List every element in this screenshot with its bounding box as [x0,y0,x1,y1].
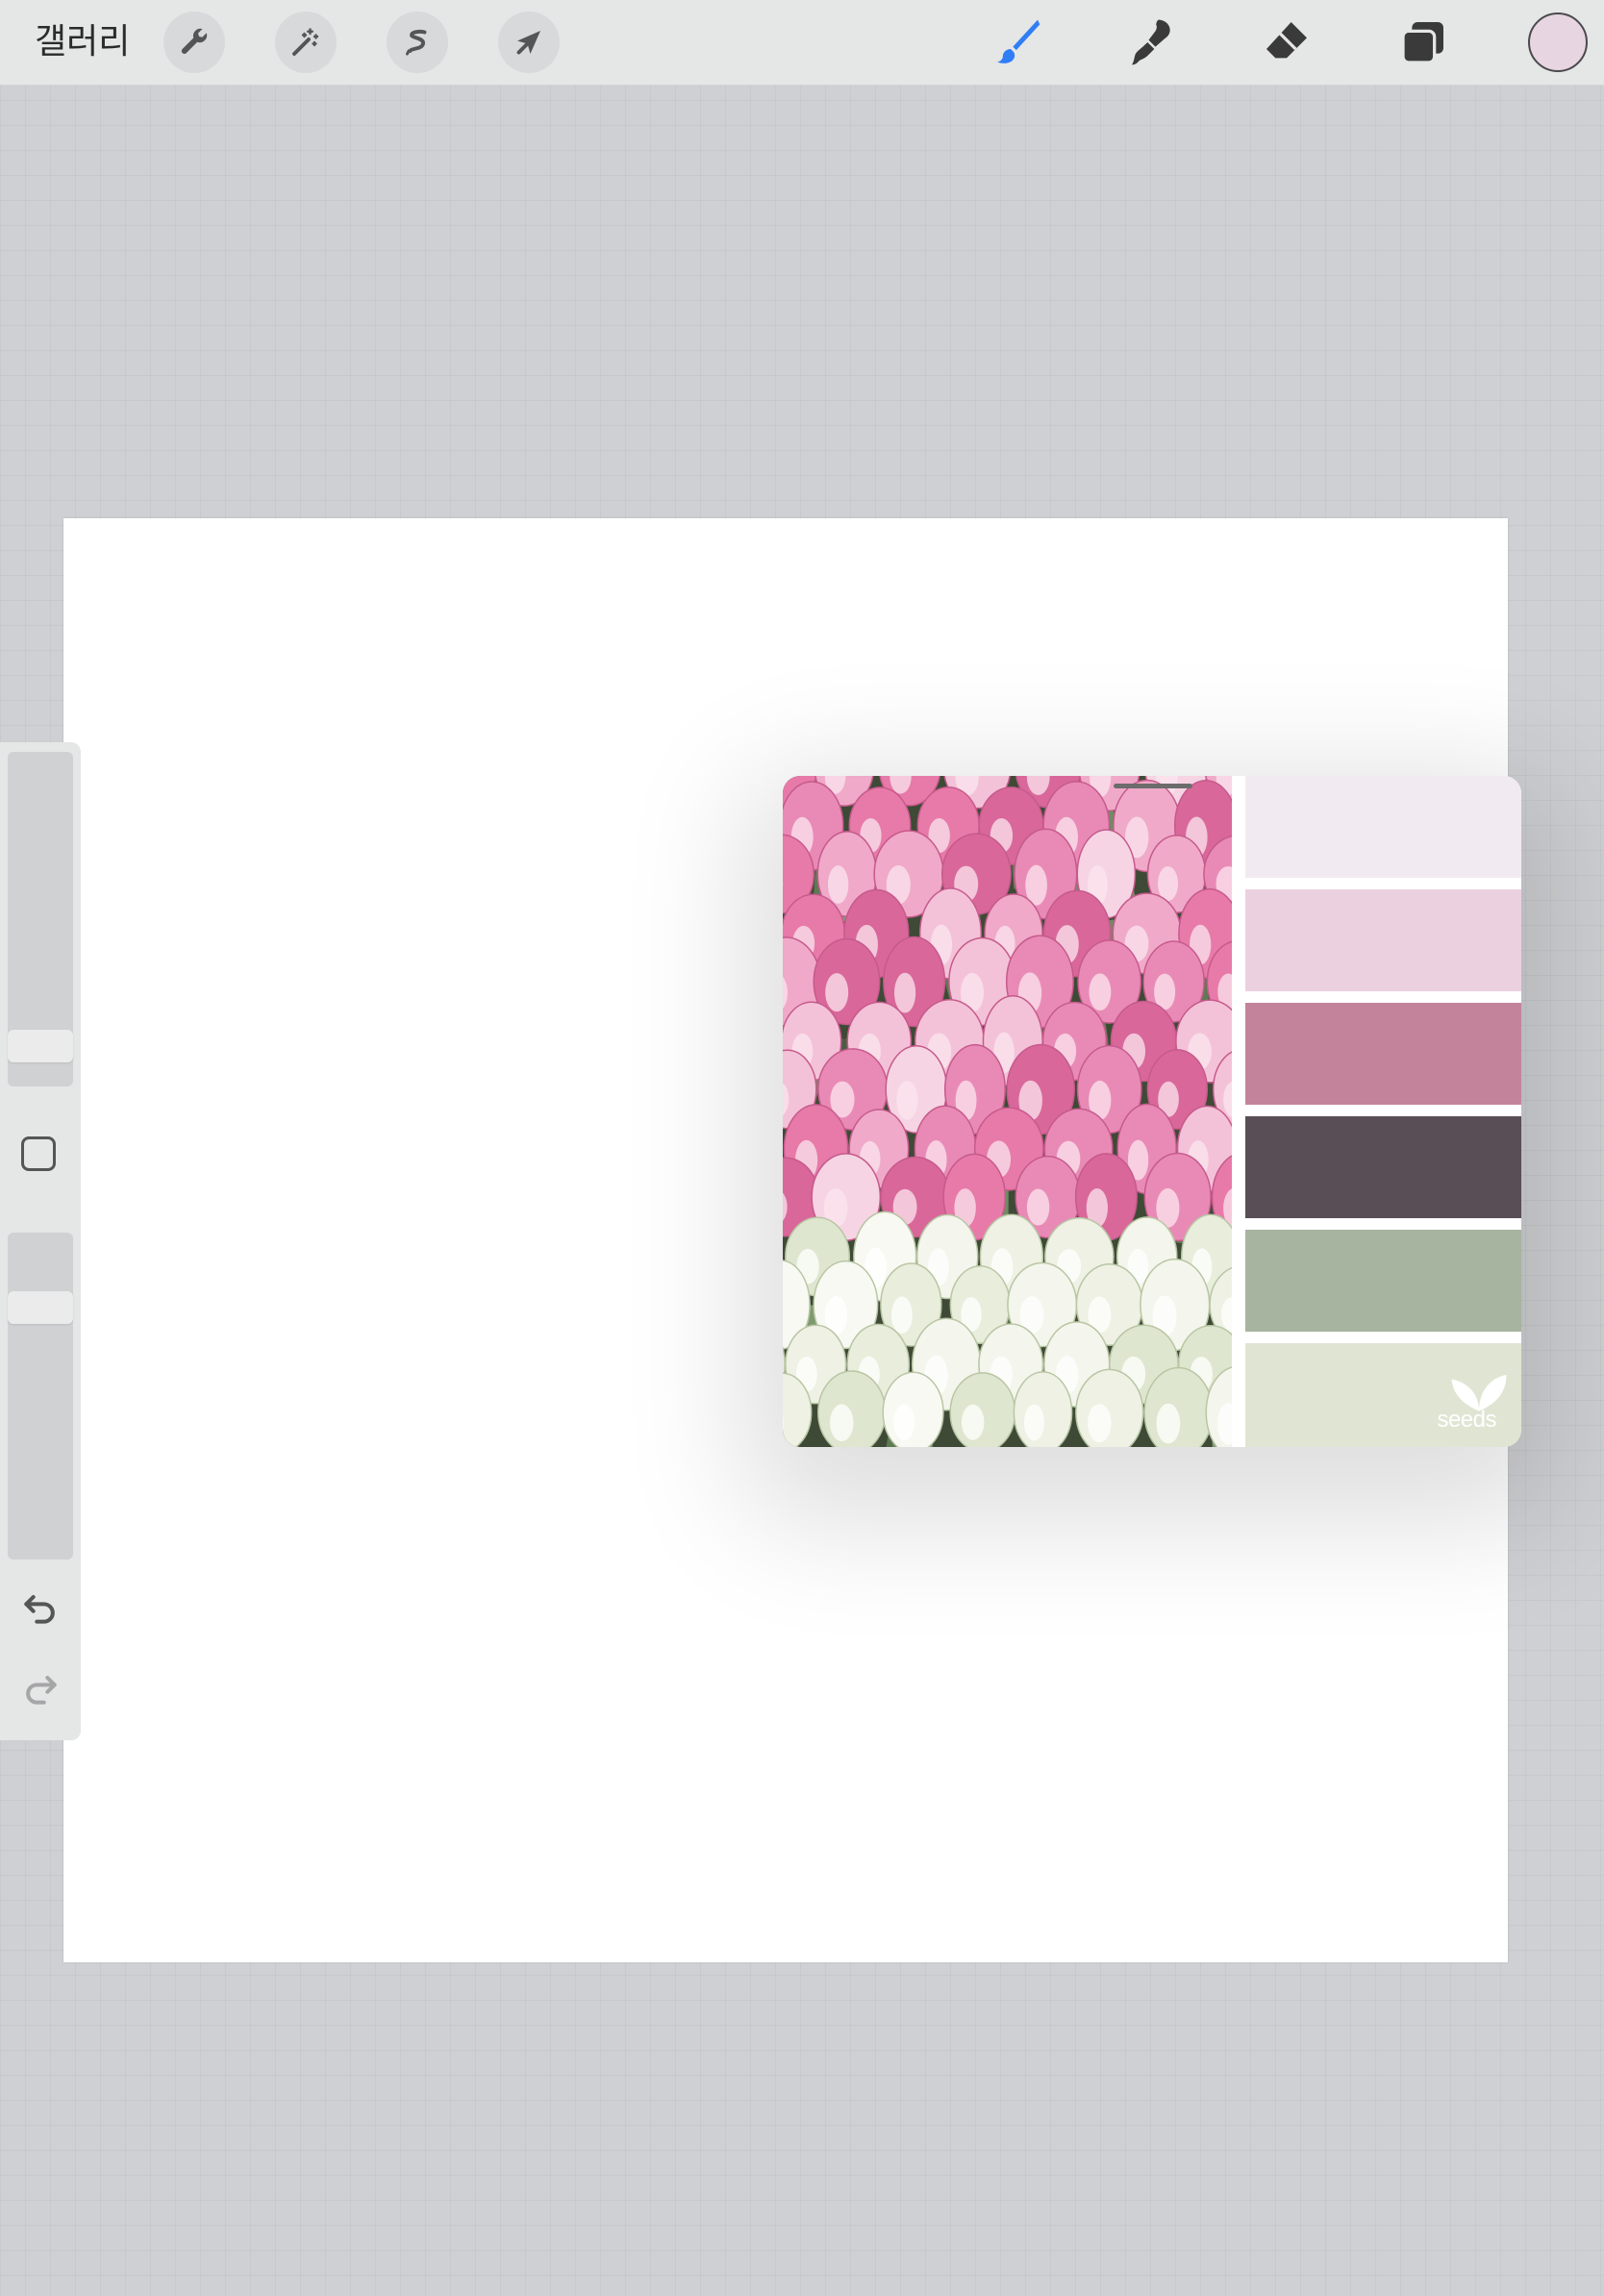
brush-tool-button[interactable] [989,13,1046,71]
magic-wand-icon [292,28,319,56]
brush-icon [997,19,1040,63]
arrow-cursor-icon [516,31,540,55]
layers-button[interactable] [1394,13,1452,71]
redo-icon[interactable] [19,1667,62,1710]
reference-drag-handle[interactable] [1114,784,1192,788]
undo-icon[interactable] [19,1586,62,1629]
palette-swatch[interactable] [1245,1003,1521,1105]
brush-size-thumb[interactable] [8,1029,73,1062]
selection-button[interactable] [387,12,448,73]
palette-swatch[interactable] [1245,776,1521,878]
reference-window[interactable]: seeds [783,776,1521,1447]
palette-swatch[interactable] [1245,889,1521,991]
palette-swatch[interactable]: seeds [1245,1343,1521,1447]
adjustments-button[interactable] [275,12,337,73]
color-palette: seeds [1245,776,1521,1447]
gallery-button[interactable]: 갤러리 [35,17,130,65]
smudge-icon [1132,19,1170,65]
brush-size-slider[interactable] [8,752,73,1086]
selection-icon [406,29,427,56]
palette-swatch[interactable] [1245,1116,1521,1218]
palette-swatch[interactable] [1245,1230,1521,1332]
color-picker-button[interactable] [1528,12,1588,72]
opacity-slider[interactable] [8,1233,73,1560]
eraser-icon [1266,22,1307,59]
top-toolbar: 갤러리 [0,0,1604,86]
actions-button[interactable] [163,12,225,73]
opacity-thumb[interactable] [8,1291,73,1325]
sidebar [0,742,81,1740]
layers-icon [1401,22,1443,64]
reference-photo [783,776,1232,1447]
seeds-logo-text: seeds [1437,1407,1496,1433]
square-modify-icon[interactable] [21,1136,56,1171]
smudge-tool-button[interactable] [1123,13,1181,71]
eraser-tool-button[interactable] [1258,13,1316,71]
transform-button[interactable] [498,12,560,73]
wrench-icon [181,28,208,54]
